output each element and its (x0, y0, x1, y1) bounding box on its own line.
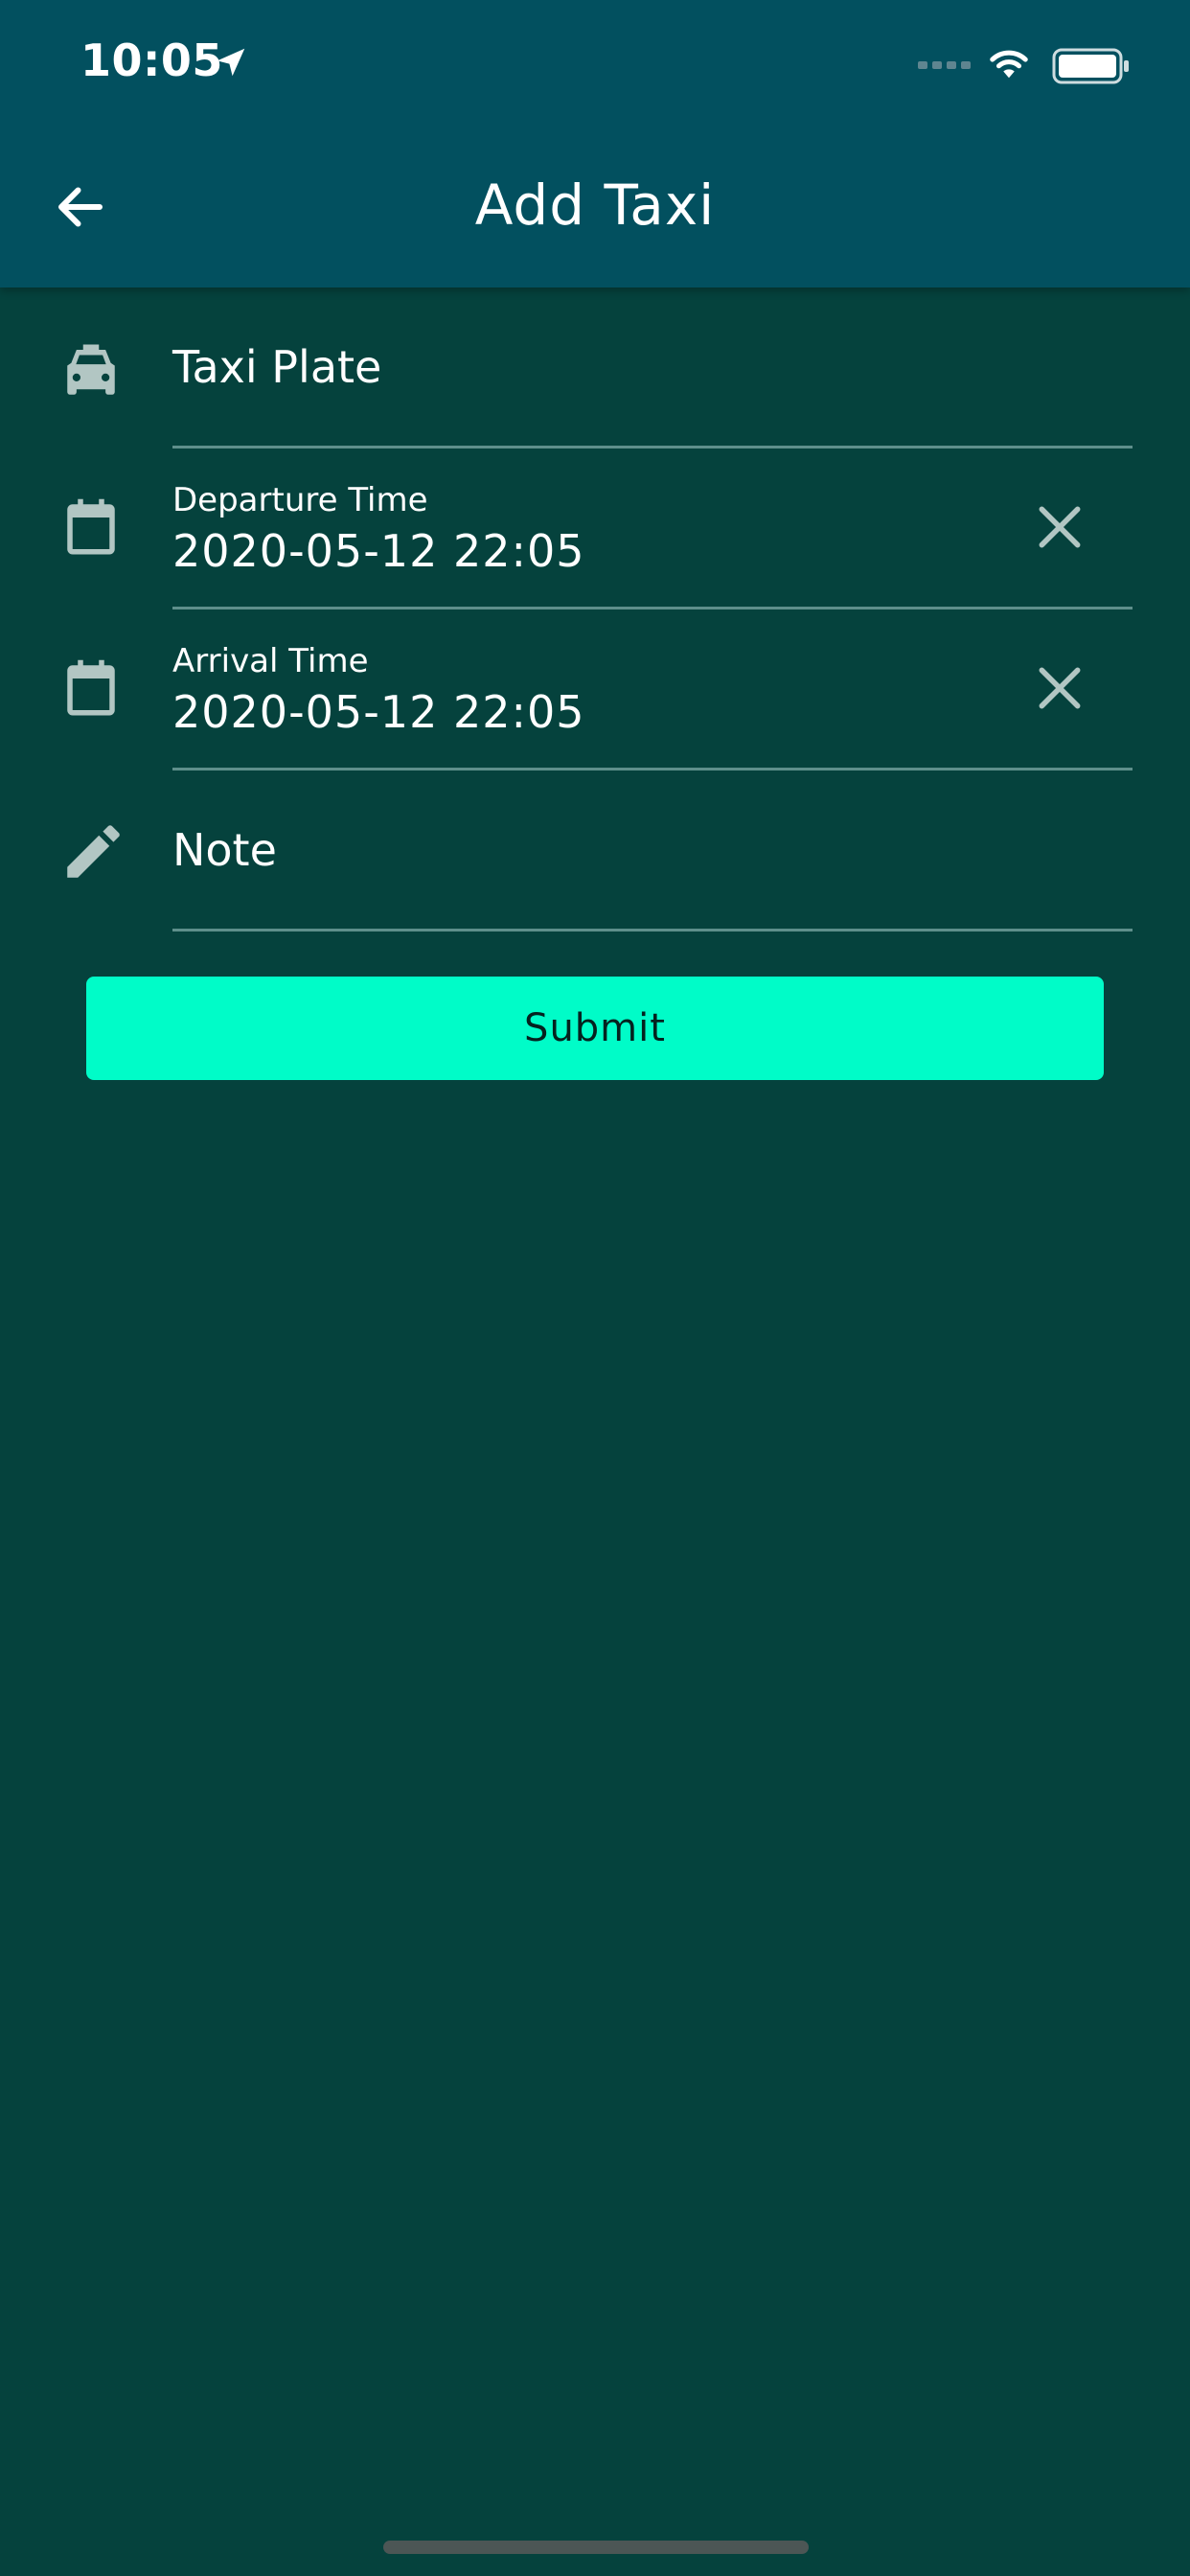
departure-time-row: Departure Time 2020-05-12 22:05 (0, 448, 1190, 610)
arrival-time-field[interactable]: Arrival Time 2020-05-12 22:05 (172, 610, 1133, 770)
location-arrow-icon (217, 48, 245, 77)
taxi-plate-row: Taxi Plate (0, 288, 1190, 448)
note-row: Note (0, 770, 1190, 932)
submit-button[interactable]: Submit (86, 977, 1104, 1080)
status-time: 10:05 (80, 34, 223, 86)
wifi-icon (990, 50, 1028, 79)
pencil-icon (67, 825, 120, 878)
taxi-plate-placeholder: Taxi Plate (172, 341, 382, 393)
arrival-time-value: 2020-05-12 22:05 (172, 686, 585, 738)
home-indicator (383, 2541, 809, 2554)
calendar-icon (67, 498, 115, 555)
arrival-time-label: Arrival Time (172, 642, 369, 680)
departure-time-value: 2020-05-12 22:05 (172, 525, 585, 577)
page-title: Add Taxi (474, 172, 716, 238)
battery-icon (1052, 48, 1129, 84)
close-icon[interactable] (1033, 500, 1087, 554)
close-icon[interactable] (1033, 661, 1087, 715)
note-placeholder: Note (172, 824, 277, 876)
taxi-plate-input[interactable]: Taxi Plate (172, 288, 1133, 448)
taxi-icon (67, 344, 115, 395)
app-header: 10:05 Add Taxi (0, 0, 1190, 288)
arrival-time-row: Arrival Time 2020-05-12 22:05 (0, 610, 1190, 770)
departure-time-label: Departure Time (172, 481, 428, 519)
departure-time-field[interactable]: Departure Time 2020-05-12 22:05 (172, 448, 1133, 610)
note-input[interactable]: Note (172, 770, 1133, 932)
calendar-icon (67, 659, 115, 716)
signal-icon (918, 61, 971, 69)
